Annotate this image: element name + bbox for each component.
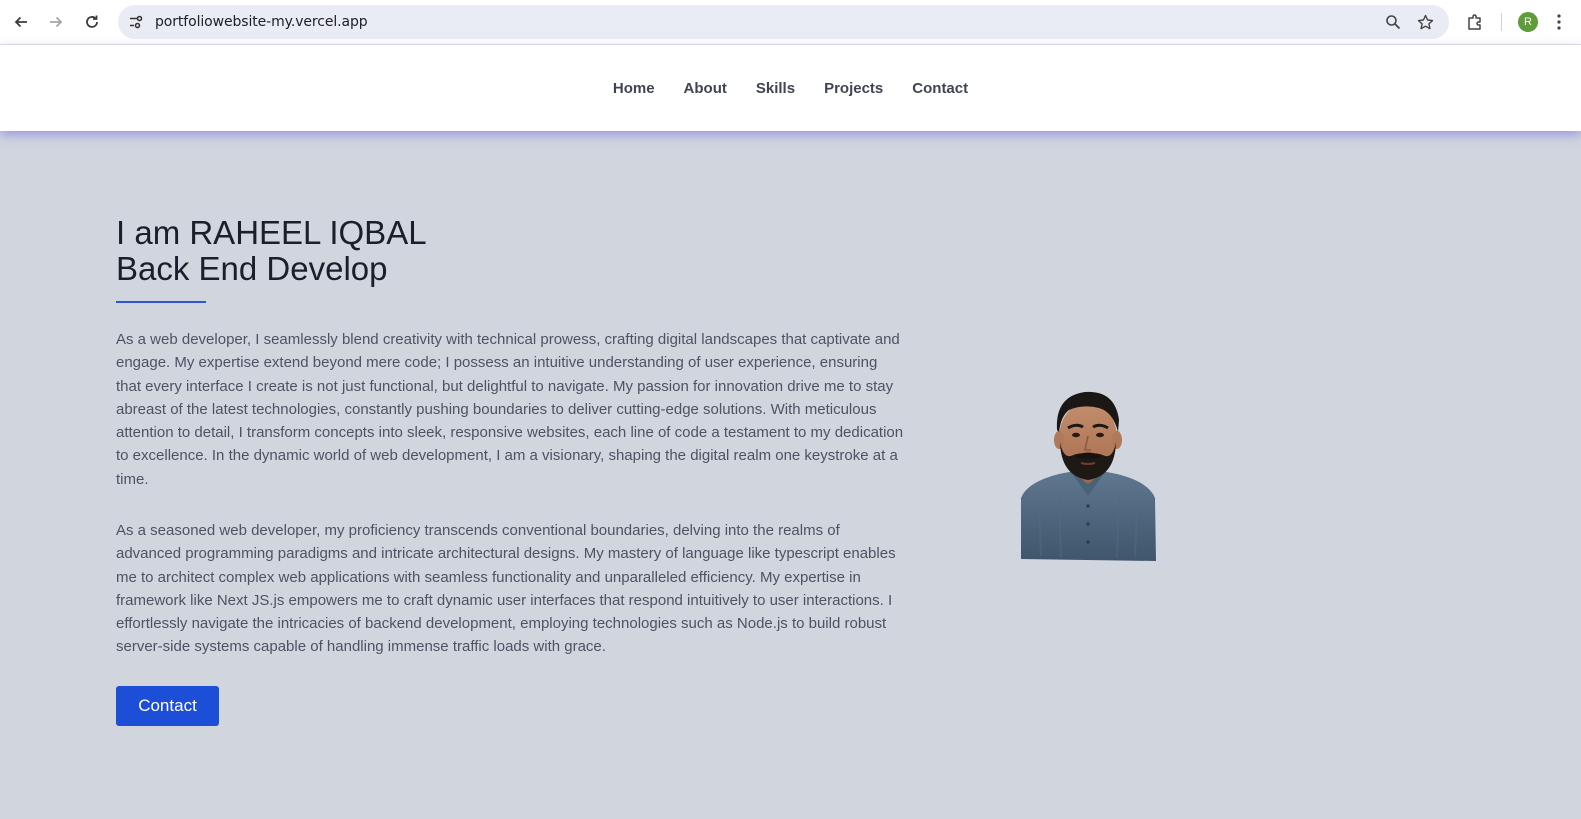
hero-title: I am RAHEEL IQBAL Back End Develop bbox=[116, 215, 427, 287]
nav-projects[interactable]: Projects bbox=[824, 80, 883, 97]
contact-button[interactable]: Contact bbox=[116, 686, 219, 726]
profile-initial: R bbox=[1524, 16, 1532, 28]
more-menu-icon[interactable] bbox=[1552, 10, 1566, 34]
hero-title-name: I am RAHEEL IQBAL bbox=[116, 214, 427, 251]
hero-title-role: Back End Develop bbox=[116, 250, 388, 287]
nav-contact[interactable]: Contact bbox=[912, 80, 968, 97]
extensions-puzzle-icon[interactable] bbox=[1463, 10, 1487, 34]
back-arrow-icon[interactable] bbox=[7, 8, 35, 36]
intro-paragraph-2: As a seasoned web developer, my proficie… bbox=[116, 522, 896, 656]
site-header: Home About Skills Projects Contact bbox=[0, 45, 1581, 131]
profile-photo bbox=[1021, 391, 1156, 561]
title-underline bbox=[116, 301, 206, 303]
nav-about[interactable]: About bbox=[684, 80, 727, 97]
intro-paragraph-1: As a web developer, I seamlessly blend c… bbox=[116, 331, 904, 488]
main-nav: Home About Skills Projects Contact bbox=[0, 45, 1581, 131]
bookmark-star-icon[interactable] bbox=[1415, 12, 1435, 32]
browser-toolbar: portfoliowebsite-my.vercel.app R bbox=[0, 0, 1581, 45]
reload-icon[interactable] bbox=[78, 8, 106, 36]
nav-skills[interactable]: Skills bbox=[756, 80, 795, 97]
site-settings-icon[interactable] bbox=[126, 12, 146, 32]
toolbar-divider bbox=[1501, 13, 1502, 31]
hero-section: I am RAHEEL IQBAL Back End Develop As a … bbox=[0, 131, 1581, 819]
url-text[interactable]: portfoliowebsite-my.vercel.app bbox=[155, 14, 368, 30]
profile-avatar[interactable]: R bbox=[1518, 12, 1538, 32]
forward-arrow-icon[interactable] bbox=[42, 8, 70, 36]
address-bar[interactable]: portfoliowebsite-my.vercel.app bbox=[118, 5, 1449, 39]
nav-home[interactable]: Home bbox=[613, 80, 655, 97]
zoom-icon[interactable] bbox=[1383, 12, 1403, 32]
